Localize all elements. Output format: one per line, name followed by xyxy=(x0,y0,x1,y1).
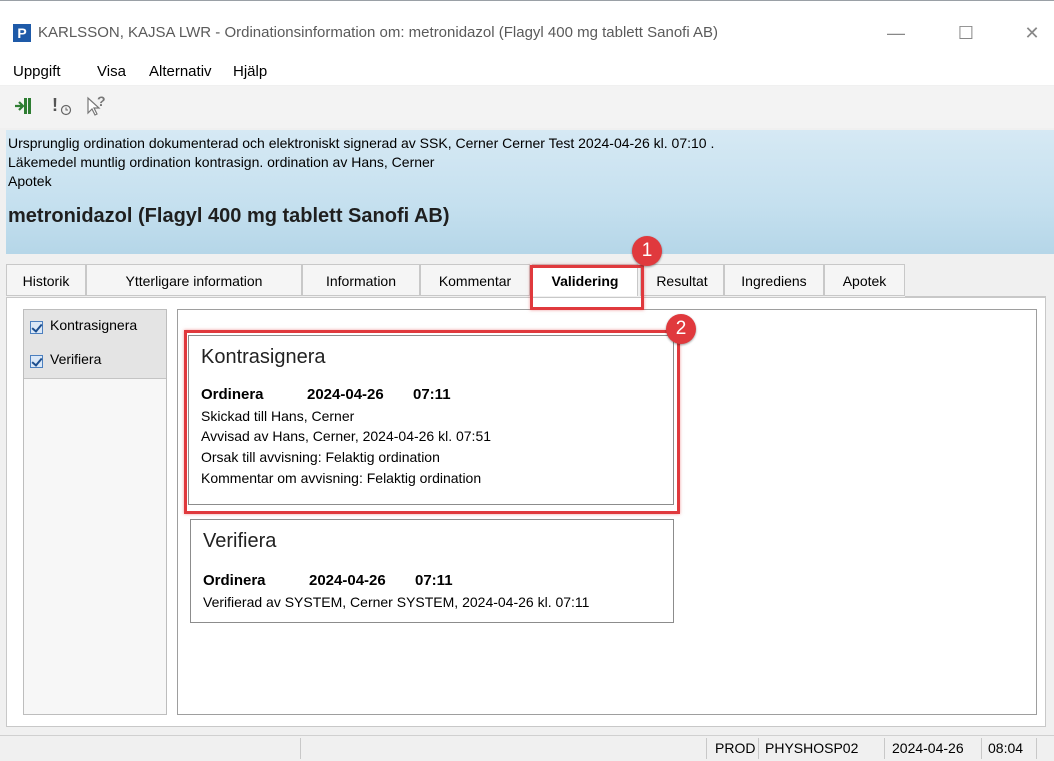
status-separator xyxy=(758,738,759,759)
menu-hjalp[interactable]: Hjälp xyxy=(233,63,267,80)
status-separator xyxy=(706,738,707,759)
card-header-row: Ordinera 2024-04-26 07:11 xyxy=(203,572,453,589)
list-item-label: Verifiera xyxy=(50,351,102,367)
tab-kommentar[interactable]: Kommentar xyxy=(420,264,530,296)
step-badge-2: 2 xyxy=(666,314,696,344)
exit-icon[interactable] xyxy=(14,96,34,116)
card-line: Verifierad av SYSTEM, Cerner SYSTEM, 202… xyxy=(203,594,590,610)
alert-clock-icon[interactable]: ! xyxy=(52,95,72,116)
toolbar: ! ? xyxy=(0,86,1054,128)
tab-ytterligare-information[interactable]: Ytterligare information xyxy=(86,264,302,296)
status-separator xyxy=(1036,738,1037,759)
drug-name: metronidazol (Flagyl 400 mg tablett Sano… xyxy=(8,205,450,227)
help-glyph: ? xyxy=(97,93,106,109)
status-environment: PROD xyxy=(715,740,756,756)
tab-strip: Historik Ytterligare information Informa… xyxy=(6,264,1046,298)
title-bar: P KARLSSON, KAJSA LWR - Ordinationsinfor… xyxy=(0,0,1054,62)
status-bar: PROD PHYSHOSP02 2024-04-26 08:04 xyxy=(0,735,1054,761)
card-action: Ordinera xyxy=(203,572,266,589)
status-separator xyxy=(884,738,885,759)
status-separator xyxy=(300,738,301,759)
banner-line-signed: Ursprunglig ordination dokumenterad och … xyxy=(8,135,715,151)
validation-list: Kontrasignera Verifiera xyxy=(23,309,167,715)
tab-resultat[interactable]: Resultat xyxy=(640,264,724,296)
status-host: PHYSHOSP02 xyxy=(765,740,859,756)
menu-uppgift[interactable]: Uppgift xyxy=(13,63,61,80)
checkbox-verifiera[interactable] xyxy=(30,355,43,368)
status-separator xyxy=(981,738,982,759)
highlight-kontrasignera-card xyxy=(184,330,680,514)
maximize-button[interactable]: ☐ xyxy=(946,18,986,48)
minimize-button[interactable]: — xyxy=(876,18,916,48)
app-icon: P xyxy=(13,24,31,42)
banner-line-countersign: Läkemedel muntlig ordination kontrasign.… xyxy=(8,154,435,170)
card-verifiera: Verifiera Ordinera 2024-04-26 07:11 Verifi… xyxy=(190,519,674,623)
window-title: KARLSSON, KAJSA LWR - Ordinationsinforma… xyxy=(38,24,719,41)
help-cursor-icon[interactable]: ? xyxy=(86,93,106,116)
tab-apotek[interactable]: Apotek xyxy=(824,264,905,296)
status-date: 2024-04-26 xyxy=(892,740,964,756)
step-badge-1: 1 xyxy=(632,236,662,266)
card-title: Verifiera xyxy=(203,530,277,552)
menu-bar: Uppgift Visa Alternativ Hjälp xyxy=(0,57,1054,85)
close-button[interactable]: ✕ xyxy=(1012,18,1052,48)
banner-line-pharmacy: Apotek xyxy=(8,173,52,189)
window-border xyxy=(0,0,1054,1)
menu-visa[interactable]: Visa xyxy=(97,63,126,80)
checkbox-kontrasignera[interactable] xyxy=(30,321,43,334)
order-info-banner: Ursprunglig ordination dokumenterad och … xyxy=(6,130,1054,254)
tab-ingrediens[interactable]: Ingrediens xyxy=(724,264,824,296)
menu-alternativ[interactable]: Alternativ xyxy=(149,63,212,80)
card-time: 07:11 xyxy=(415,572,453,589)
list-item-label: Kontrasignera xyxy=(50,317,138,333)
highlight-validering-tab xyxy=(530,265,644,310)
card-date: 2024-04-26 xyxy=(309,572,386,589)
tab-information[interactable]: Information xyxy=(302,264,420,296)
list-item-kontrasignera[interactable]: Kontrasignera xyxy=(24,310,166,345)
tab-historik[interactable]: Historik xyxy=(6,264,86,296)
list-item-verifiera[interactable]: Verifiera xyxy=(24,344,166,379)
status-time: 08:04 xyxy=(988,740,1024,756)
